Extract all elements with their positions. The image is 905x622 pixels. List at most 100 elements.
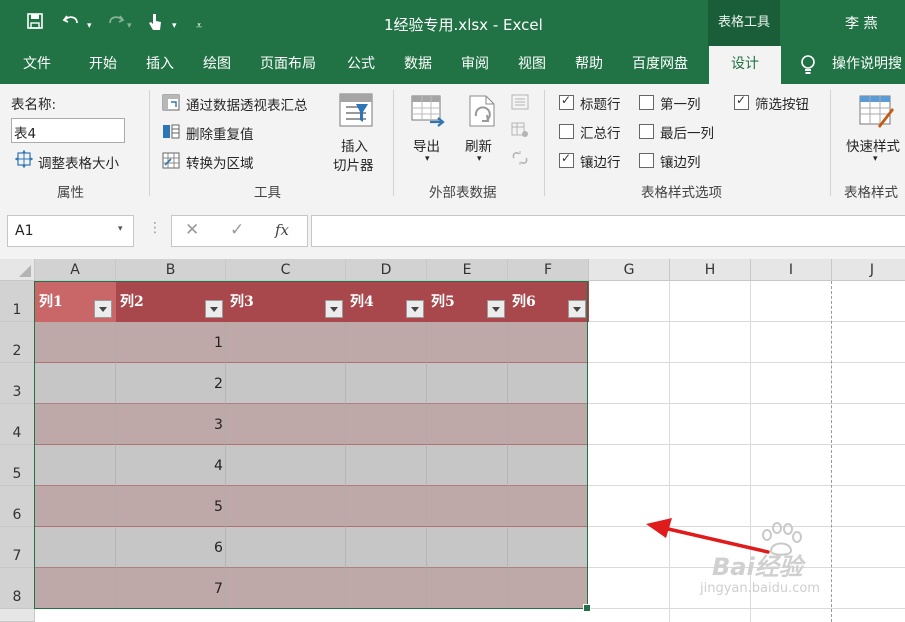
worksheet-grid[interactable]: A B C D E F G H I J 1 2 3 4 5 6 7 8 列1 列… — [0, 259, 905, 622]
tab-insert[interactable]: 插入 — [146, 46, 174, 84]
cell-value[interactable]: 1 — [214, 335, 223, 351]
drag-handle-icon[interactable]: ⋮ — [148, 220, 162, 236]
column-header-b[interactable]: B — [116, 259, 226, 281]
cell-value[interactable]: 2 — [214, 376, 223, 392]
refresh-dropdown-icon[interactable]: ▾ — [477, 154, 482, 164]
name-box[interactable]: A1 ▾ — [7, 215, 134, 247]
tab-data[interactable]: 数据 — [404, 46, 432, 84]
quick-styles-dropdown-icon[interactable]: ▾ — [873, 154, 878, 164]
quick-styles-button[interactable]: 快速样式 — [846, 135, 900, 155]
filter-dropdown-icon[interactable] — [568, 300, 586, 318]
row-header-2[interactable]: 2 — [0, 322, 35, 363]
insert-slicer-button[interactable]: 插入 — [341, 135, 368, 155]
touch-dropdown-icon[interactable]: ▾ — [172, 16, 177, 36]
customize-qat-icon[interactable]: ⩡ — [196, 16, 202, 36]
tab-formulas[interactable]: 公式 — [347, 46, 375, 84]
redo-icon[interactable] — [105, 12, 125, 35]
column-header-f[interactable]: F — [508, 259, 589, 281]
table-band-row[interactable] — [35, 527, 588, 568]
column-header-i[interactable]: I — [751, 259, 832, 281]
filter-dropdown-icon[interactable] — [487, 300, 505, 318]
tab-baidu-netdisk[interactable]: 百度网盘 — [632, 46, 688, 84]
row-header-7[interactable]: 7 — [0, 527, 35, 568]
row-header-9[interactable] — [0, 609, 35, 622]
open-in-browser-icon[interactable] — [511, 122, 529, 142]
row-header-6[interactable]: 6 — [0, 486, 35, 527]
table-band-row[interactable] — [35, 568, 588, 609]
column-header-h[interactable]: H — [670, 259, 751, 281]
insert-function-icon[interactable]: fx — [275, 221, 289, 239]
resize-table-button[interactable]: 调整表格大小 — [38, 152, 119, 172]
table-band-row[interactable] — [35, 445, 588, 486]
undo-icon[interactable] — [62, 12, 82, 35]
column-header-a[interactable]: A — [35, 259, 116, 281]
filter-dropdown-icon[interactable] — [325, 300, 343, 318]
redo-dropdown-icon[interactable]: ▾ — [127, 16, 132, 36]
table-band-row[interactable] — [35, 322, 588, 363]
column-header-c[interactable]: C — [226, 259, 346, 281]
table-resize-handle[interactable] — [583, 604, 591, 612]
first-column-checkbox[interactable] — [639, 95, 654, 110]
export-dropdown-icon[interactable]: ▾ — [425, 154, 430, 164]
cell-value[interactable]: 5 — [214, 499, 223, 515]
table-header-col6[interactable]: 列6 — [508, 281, 589, 322]
table-header-col4[interactable]: 列4 — [346, 281, 427, 322]
tab-design[interactable]: 设计 — [709, 46, 781, 84]
filter-dropdown-icon[interactable] — [406, 300, 424, 318]
tell-me-search[interactable]: 操作说明搜 — [832, 46, 902, 84]
table-header-col5[interactable]: 列5 — [427, 281, 508, 322]
convert-to-range-button[interactable]: 转换为区域 — [186, 152, 254, 172]
enter-icon[interactable]: ✓ — [230, 220, 244, 240]
tab-review[interactable]: 审阅 — [461, 46, 489, 84]
cell-value[interactable]: 4 — [214, 458, 223, 474]
tab-view[interactable]: 视图 — [518, 46, 546, 84]
table-header-col3[interactable]: 列3 — [226, 281, 346, 322]
table-band-row[interactable] — [35, 486, 588, 527]
filter-button-checkbox[interactable] — [734, 93, 749, 110]
tab-draw[interactable]: 绘图 — [203, 46, 231, 84]
column-header-j[interactable]: J — [832, 259, 905, 281]
column-header-e[interactable]: E — [427, 259, 508, 281]
unlink-icon[interactable] — [511, 150, 529, 170]
banded-rows-checkbox[interactable] — [559, 151, 574, 168]
last-column-checkbox[interactable] — [639, 124, 654, 139]
remove-duplicates-button[interactable]: 删除重复值 — [186, 123, 254, 143]
filter-dropdown-icon[interactable] — [94, 300, 112, 318]
row-header-4[interactable]: 4 — [0, 404, 35, 445]
row-header-1[interactable]: 1 — [0, 281, 35, 322]
tab-file[interactable]: 文件 — [23, 46, 51, 84]
undo-dropdown-icon[interactable]: ▾ — [87, 16, 92, 36]
column-header-d[interactable]: D — [346, 259, 427, 281]
table-band-row[interactable] — [35, 363, 588, 404]
refresh-button[interactable]: 刷新 — [465, 135, 492, 155]
cell-value[interactable]: 6 — [214, 540, 223, 556]
row-header-5[interactable]: 5 — [0, 445, 35, 486]
header-row-checkbox[interactable] — [559, 93, 574, 110]
row-header-3[interactable]: 3 — [0, 363, 35, 404]
row-header-8[interactable]: 8 — [0, 568, 35, 609]
table-header-col2[interactable]: 列2 — [116, 281, 226, 322]
tab-home[interactable]: 开始 — [89, 46, 117, 84]
export-button[interactable]: 导出 — [413, 135, 440, 155]
touch-mode-icon[interactable] — [147, 12, 163, 37]
table-band-row[interactable] — [35, 404, 588, 445]
cancel-icon[interactable]: ✕ — [185, 220, 199, 240]
save-icon[interactable] — [26, 12, 44, 35]
banded-columns-checkbox[interactable] — [639, 153, 654, 168]
tab-page-layout[interactable]: 页面布局 — [260, 46, 316, 84]
column-header-g[interactable]: G — [589, 259, 670, 281]
pivot-summarize-button[interactable]: 通过数据透视表汇总 — [186, 94, 308, 114]
properties-icon[interactable] — [511, 94, 529, 114]
insert-slicer-button-line2[interactable]: 切片器 — [333, 154, 374, 174]
total-row-checkbox[interactable] — [559, 124, 574, 139]
table-header-col1[interactable]: 列1 — [35, 281, 116, 322]
cell-value[interactable]: 7 — [214, 581, 223, 597]
select-all-corner[interactable] — [0, 259, 35, 281]
formula-input[interactable] — [311, 215, 905, 247]
filter-dropdown-icon[interactable] — [205, 300, 223, 318]
cell-value[interactable]: 3 — [214, 417, 223, 433]
table-name-input[interactable]: 表4 — [11, 118, 125, 143]
tab-help[interactable]: 帮助 — [575, 46, 603, 84]
user-name[interactable]: 李 燕 — [845, 13, 877, 33]
name-box-dropdown-icon[interactable]: ▾ — [118, 224, 123, 234]
